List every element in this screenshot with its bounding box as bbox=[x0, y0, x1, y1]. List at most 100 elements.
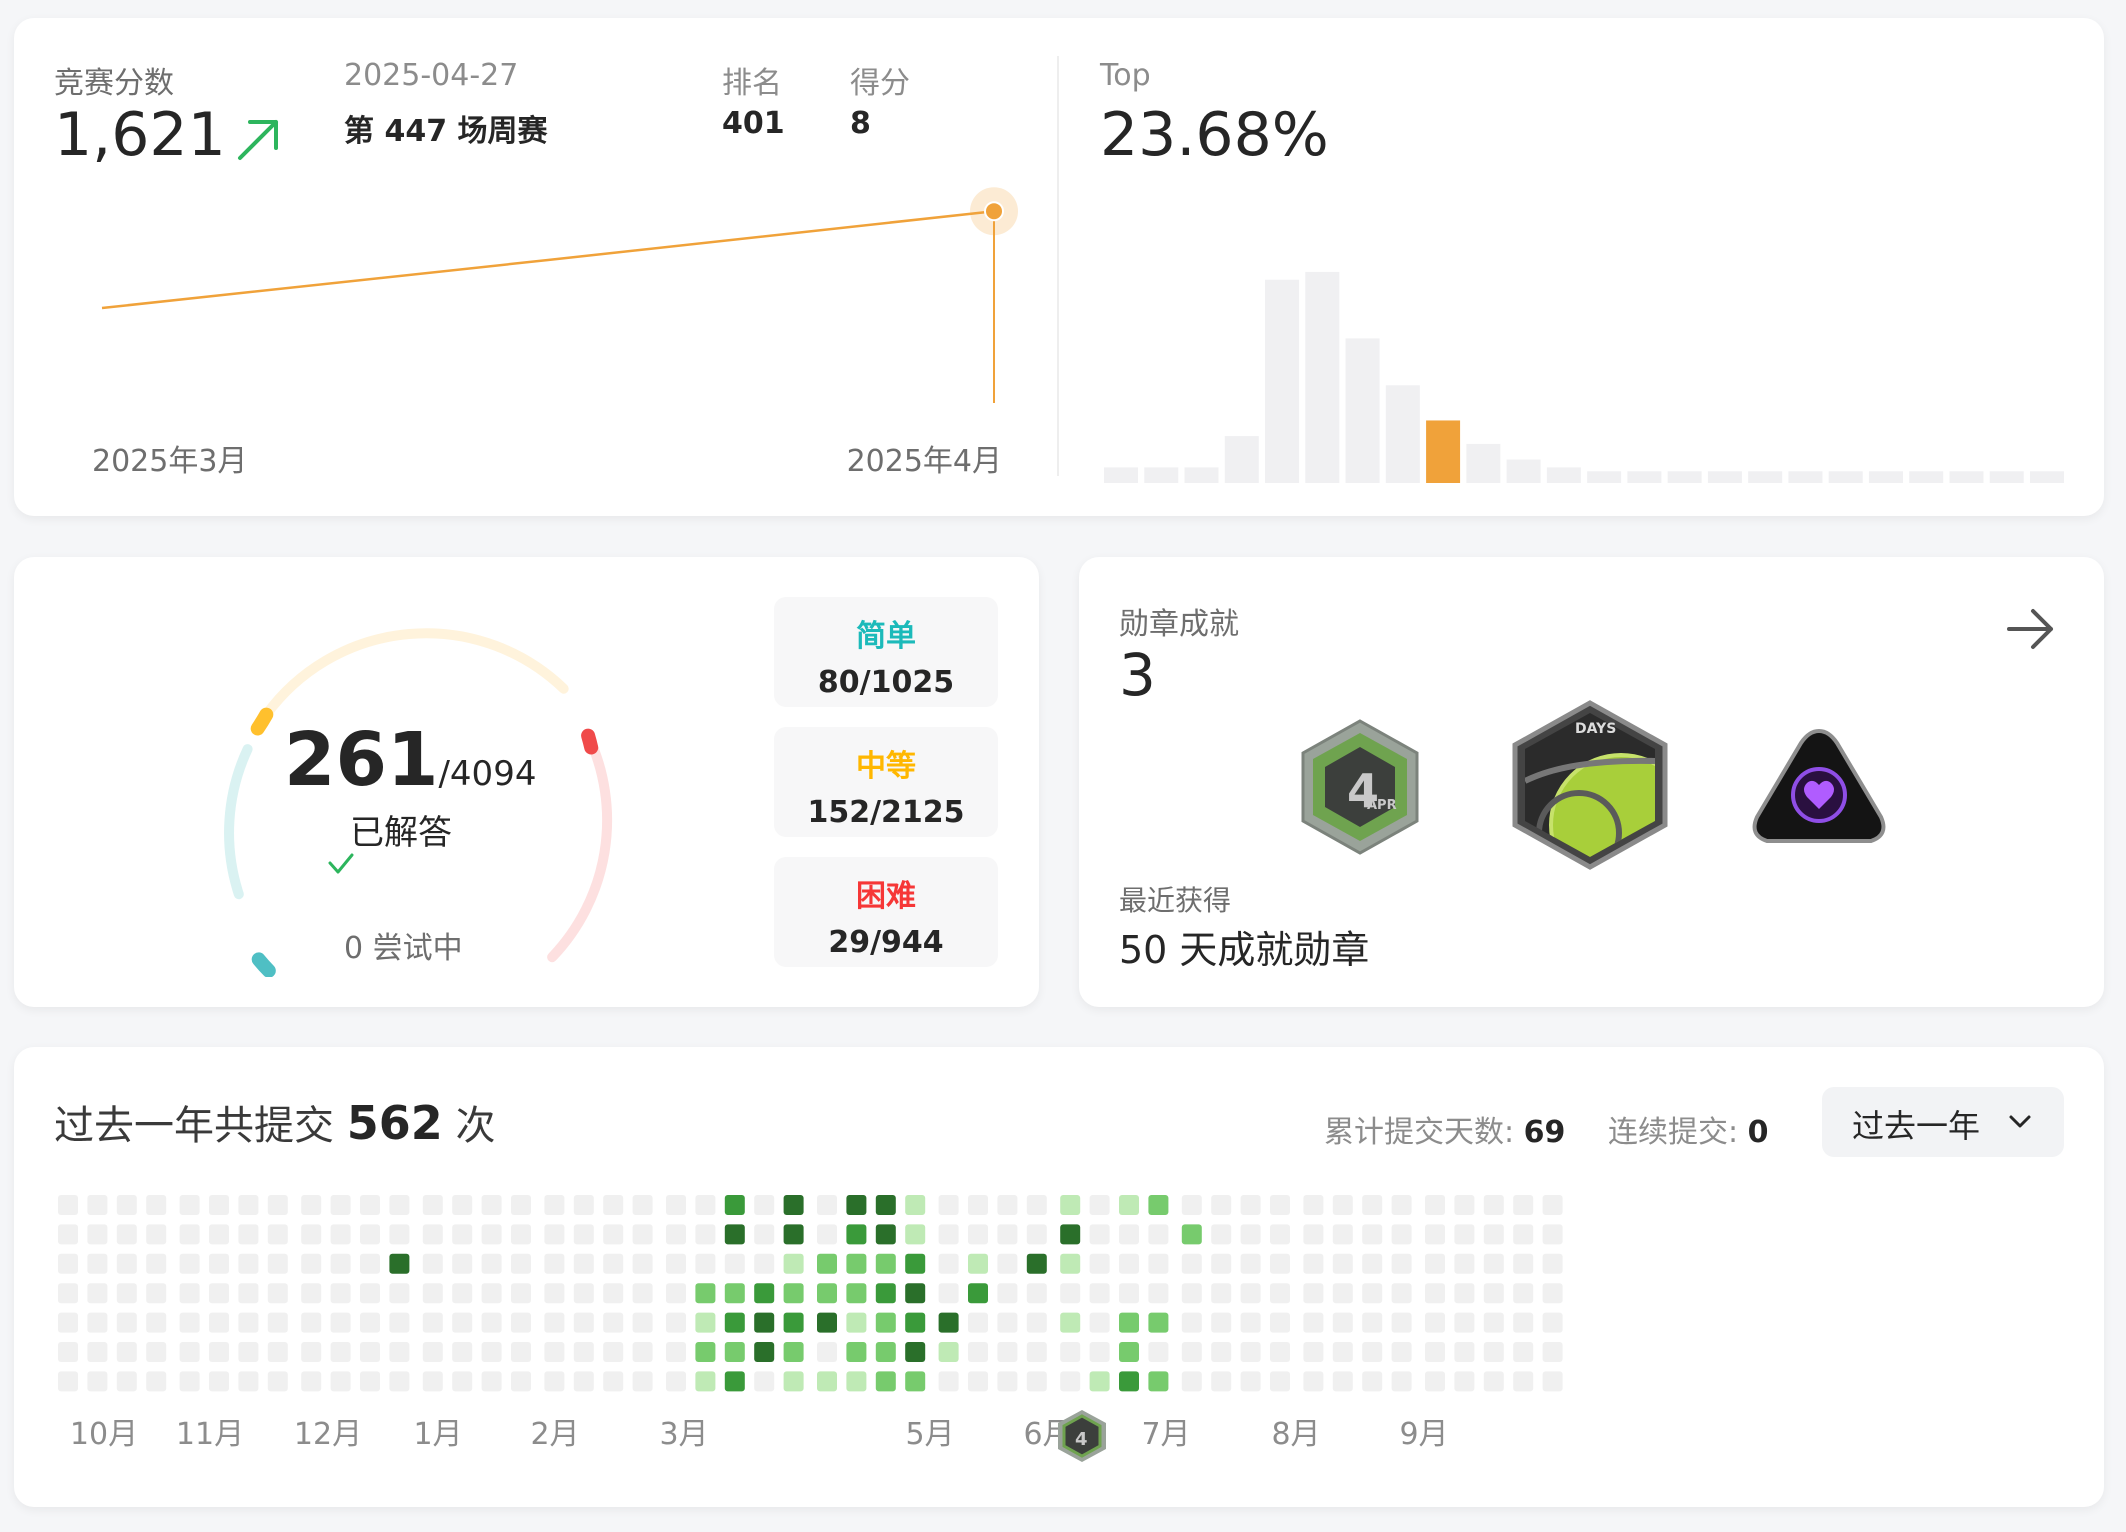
heatmap-day-cell[interactable] bbox=[817, 1195, 837, 1215]
heatmap-day-cell[interactable] bbox=[146, 1342, 167, 1362]
heatmap-day-cell[interactable] bbox=[905, 1224, 926, 1245]
heatmap-day-cell[interactable] bbox=[1332, 1283, 1353, 1304]
distribution-bar[interactable] bbox=[2030, 471, 2064, 483]
heatmap-day-cell[interactable] bbox=[544, 1342, 565, 1362]
heatmap-day-cell[interactable] bbox=[179, 1253, 200, 1274]
heatmap-day-cell[interactable] bbox=[846, 1283, 867, 1304]
heatmap-day-cell[interactable] bbox=[58, 1371, 78, 1392]
heatmap-day-cell[interactable] bbox=[1454, 1195, 1475, 1215]
heatmap-day-cell[interactable] bbox=[1425, 1283, 1445, 1304]
current-rating-point[interactable] bbox=[984, 201, 1004, 222]
heatmap-day-cell[interactable] bbox=[422, 1312, 443, 1333]
heatmap-day-cell[interactable] bbox=[846, 1253, 867, 1274]
heatmap-day-cell[interactable] bbox=[146, 1312, 167, 1333]
heatmap-day-cell[interactable] bbox=[1089, 1371, 1110, 1392]
heatmap-day-cell[interactable] bbox=[666, 1283, 686, 1304]
heatmap-day-cell[interactable] bbox=[1542, 1253, 1563, 1274]
heatmap-day-cell[interactable] bbox=[1026, 1283, 1047, 1304]
heatmap-day-cell[interactable] bbox=[1332, 1195, 1353, 1215]
heatmap-day-cell[interactable] bbox=[116, 1312, 137, 1333]
heatmap-day-cell[interactable] bbox=[1119, 1195, 1139, 1215]
heatmap-day-cell[interactable] bbox=[116, 1371, 137, 1392]
heatmap-day-cell[interactable] bbox=[875, 1253, 896, 1274]
heatmap-day-cell[interactable] bbox=[544, 1224, 565, 1245]
arrow-right-icon[interactable] bbox=[2003, 601, 2059, 657]
heatmap-day-cell[interactable] bbox=[905, 1371, 926, 1392]
heatmap-day-cell[interactable] bbox=[783, 1224, 804, 1245]
heatmap-day-cell[interactable] bbox=[481, 1283, 502, 1304]
heatmap-day-cell[interactable] bbox=[452, 1283, 473, 1304]
heatmap-day-cell[interactable] bbox=[87, 1253, 108, 1274]
heatmap-day-cell[interactable] bbox=[666, 1342, 686, 1362]
heatmap-day-cell[interactable] bbox=[1270, 1312, 1290, 1333]
heatmap-day-cell[interactable] bbox=[1181, 1195, 1202, 1215]
heatmap-day-cell[interactable] bbox=[724, 1224, 745, 1245]
heatmap-day-cell[interactable] bbox=[997, 1224, 1018, 1245]
heatmap-day-cell[interactable] bbox=[360, 1253, 380, 1274]
heatmap-day-cell[interactable] bbox=[179, 1342, 200, 1362]
heatmap-day-cell[interactable] bbox=[1119, 1253, 1139, 1274]
heatmap-day-cell[interactable] bbox=[1483, 1312, 1504, 1333]
heatmap-day-cell[interactable] bbox=[389, 1312, 410, 1333]
heatmap-day-cell[interactable] bbox=[1240, 1253, 1261, 1274]
heatmap-day-cell[interactable] bbox=[754, 1342, 775, 1362]
heatmap-day-cell[interactable] bbox=[511, 1195, 531, 1215]
heatmap-day-cell[interactable] bbox=[666, 1224, 686, 1245]
heatmap-day-cell[interactable] bbox=[1089, 1283, 1110, 1304]
heatmap-day-cell[interactable] bbox=[905, 1312, 926, 1333]
heatmap-day-cell[interactable] bbox=[695, 1312, 716, 1333]
heatmap-day-cell[interactable] bbox=[573, 1195, 594, 1215]
heatmap-day-cell[interactable] bbox=[938, 1371, 959, 1392]
heatmap-day-cell[interactable] bbox=[1483, 1195, 1504, 1215]
heatmap-day-cell[interactable] bbox=[1454, 1224, 1475, 1245]
heatmap-day-cell[interactable] bbox=[1513, 1283, 1534, 1304]
heatmap-day-cell[interactable] bbox=[301, 1371, 322, 1392]
rating-distribution-chart[interactable] bbox=[1104, 238, 2074, 488]
heatmap-day-cell[interactable] bbox=[1211, 1342, 1232, 1362]
heatmap-day-cell[interactable] bbox=[1332, 1342, 1353, 1362]
heatmap-day-cell[interactable] bbox=[875, 1371, 896, 1392]
heatmap-day-cell[interactable] bbox=[695, 1283, 716, 1304]
heatmap-day-cell[interactable] bbox=[666, 1195, 686, 1215]
apr-4-hexagon-badge-icon[interactable]: 4 APR bbox=[1295, 717, 1425, 857]
heatmap-day-cell[interactable] bbox=[1026, 1195, 1047, 1215]
distribution-bar[interactable] bbox=[1345, 338, 1380, 483]
heatmap-day-cell[interactable] bbox=[695, 1224, 716, 1245]
heatmap-day-cell[interactable] bbox=[452, 1195, 473, 1215]
heatmap-day-cell[interactable] bbox=[875, 1342, 896, 1362]
heatmap-day-cell[interactable] bbox=[58, 1224, 78, 1245]
heatmap-day-cell[interactable] bbox=[452, 1342, 473, 1362]
heatmap-day-cell[interactable] bbox=[389, 1224, 410, 1245]
heatmap-day-cell[interactable] bbox=[1332, 1224, 1353, 1245]
heatmap-day-cell[interactable] bbox=[1483, 1371, 1504, 1392]
heatmap-day-cell[interactable] bbox=[968, 1342, 988, 1362]
heatmap-day-cell[interactable] bbox=[179, 1195, 200, 1215]
heatmap-day-cell[interactable] bbox=[905, 1342, 926, 1362]
distribution-bar[interactable] bbox=[1144, 467, 1179, 483]
heatmap-day-cell[interactable] bbox=[330, 1312, 351, 1333]
distribution-bar[interactable] bbox=[1949, 471, 1984, 483]
heatmap-day-cell[interactable] bbox=[1211, 1195, 1232, 1215]
heatmap-day-cell[interactable] bbox=[1513, 1342, 1534, 1362]
heatmap-day-cell[interactable] bbox=[603, 1283, 624, 1304]
heatmap-day-cell[interactable] bbox=[389, 1195, 410, 1215]
heatmap-day-cell[interactable] bbox=[724, 1195, 745, 1215]
heatmap-day-cell[interactable] bbox=[632, 1312, 653, 1333]
heatmap-day-cell[interactable] bbox=[968, 1371, 988, 1392]
heatmap-day-cell[interactable] bbox=[1362, 1371, 1383, 1392]
heatmap-day-cell[interactable] bbox=[58, 1253, 78, 1274]
heatmap-day-cell[interactable] bbox=[544, 1283, 565, 1304]
heatmap-day-cell[interactable] bbox=[1270, 1195, 1290, 1215]
heatmap-day-cell[interactable] bbox=[783, 1342, 804, 1362]
heatmap-day-cell[interactable] bbox=[1060, 1195, 1081, 1215]
heatmap-day-cell[interactable] bbox=[1089, 1195, 1110, 1215]
heatmap-day-cell[interactable] bbox=[1211, 1224, 1232, 1245]
heatmap-day-cell[interactable] bbox=[754, 1283, 775, 1304]
heatmap-day-cell[interactable] bbox=[301, 1312, 322, 1333]
heatmap-day-cell[interactable] bbox=[1211, 1371, 1232, 1392]
heatmap-day-cell[interactable] bbox=[1181, 1253, 1202, 1274]
heatmap-day-cell[interactable] bbox=[968, 1195, 988, 1215]
heatmap-day-cell[interactable] bbox=[452, 1312, 473, 1333]
contest-name[interactable]: 第 447 场周赛 bbox=[344, 106, 548, 150]
heatmap-day-cell[interactable] bbox=[1483, 1253, 1504, 1274]
